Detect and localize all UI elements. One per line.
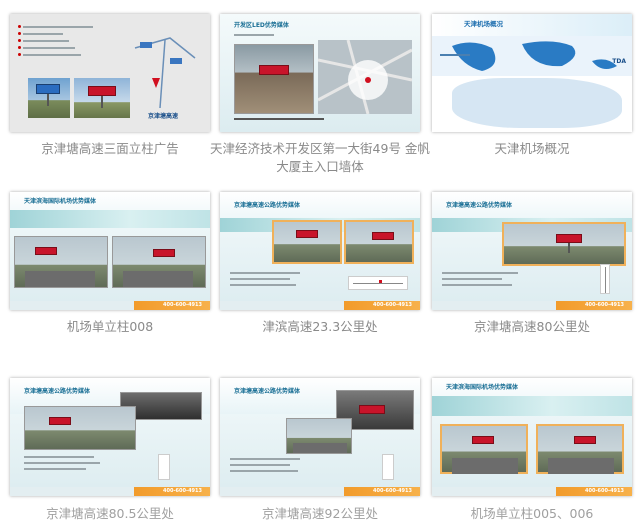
item-caption[interactable]: 机场单立柱005、006 [422, 505, 640, 523]
billboard-photo [28, 78, 70, 118]
building-photo [234, 44, 314, 114]
phone-number: 400-600-4913 [373, 302, 412, 308]
slide-title: 天津滨海国际机场优势媒体 [24, 198, 97, 205]
airline-logo: TDA [612, 58, 626, 65]
item-caption[interactable]: 京津塘高速三面立柱广告 [0, 140, 220, 158]
feature-list [18, 24, 93, 59]
phone-number: 400-600-4913 [373, 488, 412, 494]
thumbnail[interactable]: 京津塘高速 [10, 14, 210, 132]
item-caption[interactable]: 京津塘高速80公里处 [422, 318, 640, 336]
billboard-photo [74, 78, 130, 118]
china-map [452, 78, 622, 128]
item-caption[interactable]: 津滨高速23.3公里处 [210, 318, 430, 336]
location-diagram [600, 264, 610, 294]
thumbnail[interactable]: 天津滨海国际机场优势媒体 400-600-4913 [432, 378, 632, 496]
thumbnail[interactable]: 京津塘高速公路优势媒体 400-600-4913 [432, 192, 632, 310]
road-photo [112, 236, 206, 288]
slide-title: 京津塘高速公路优势媒体 [234, 388, 301, 395]
billboard-photo [272, 220, 342, 264]
slide-title: 天津滨海国际机场优势媒体 [446, 384, 519, 391]
location-diagram [158, 454, 170, 480]
item-caption[interactable]: 机场单立柱008 [0, 318, 220, 336]
road-photo [14, 236, 108, 288]
billboard-photo [502, 222, 626, 266]
location-diagram [348, 276, 408, 290]
billboard-photo [24, 406, 136, 450]
world-map [432, 36, 632, 76]
location-map [317, 39, 413, 115]
gallery-grid: 京津塘高速 京津塘高速三面立柱广告 开发区LED优势媒体 天津经济技术开发区第一… [0, 0, 640, 526]
thumbnail[interactable]: 天津机场概况 TDA [432, 14, 632, 132]
location-diagram [382, 454, 394, 480]
item-caption[interactable]: 京津塘高速92公里处 [210, 505, 430, 523]
road-photo [440, 424, 528, 474]
thumbnail[interactable]: 京津塘高速公路优势媒体 400-600-4913 [220, 192, 420, 310]
road-photo [536, 424, 624, 474]
thumbnail[interactable]: 京津塘高速公路优势媒体 400-600-4913 [220, 378, 420, 496]
billboard-photo [344, 220, 414, 264]
route-map-icon [134, 37, 196, 109]
slide-title: 京津塘高速公路优势媒体 [446, 202, 513, 209]
phone-number: 400-600-4913 [163, 488, 202, 494]
item-caption[interactable]: 天津机场概况 [422, 140, 640, 158]
slide-title: 开发区LED优势媒体 [234, 22, 289, 29]
thumbnail[interactable]: 开发区LED优势媒体 [220, 14, 420, 132]
phone-number: 400-600-4913 [163, 302, 202, 308]
item-caption[interactable]: 京津塘高速80.5公里处 [0, 505, 220, 523]
road-photo [286, 418, 352, 454]
thumbnail[interactable]: 天津滨海国际机场优势媒体 400-600-4913 [10, 192, 210, 310]
phone-number: 400-600-4913 [585, 488, 624, 494]
thumb-label: 京津塘高速 [148, 113, 179, 120]
phone-number: 400-600-4913 [585, 302, 624, 308]
thumbnail[interactable]: 京津塘高速公路优势媒体 400-600-4913 [10, 378, 210, 496]
slide-title: 天津机场概况 [464, 20, 503, 28]
slide-title: 京津塘高速公路优势媒体 [24, 388, 91, 395]
item-caption[interactable]: 天津经济技术开发区第一大街49号 金帆大厦主入口墙体 [210, 140, 430, 176]
slide-title: 京津塘高速公路优势媒体 [234, 202, 301, 209]
